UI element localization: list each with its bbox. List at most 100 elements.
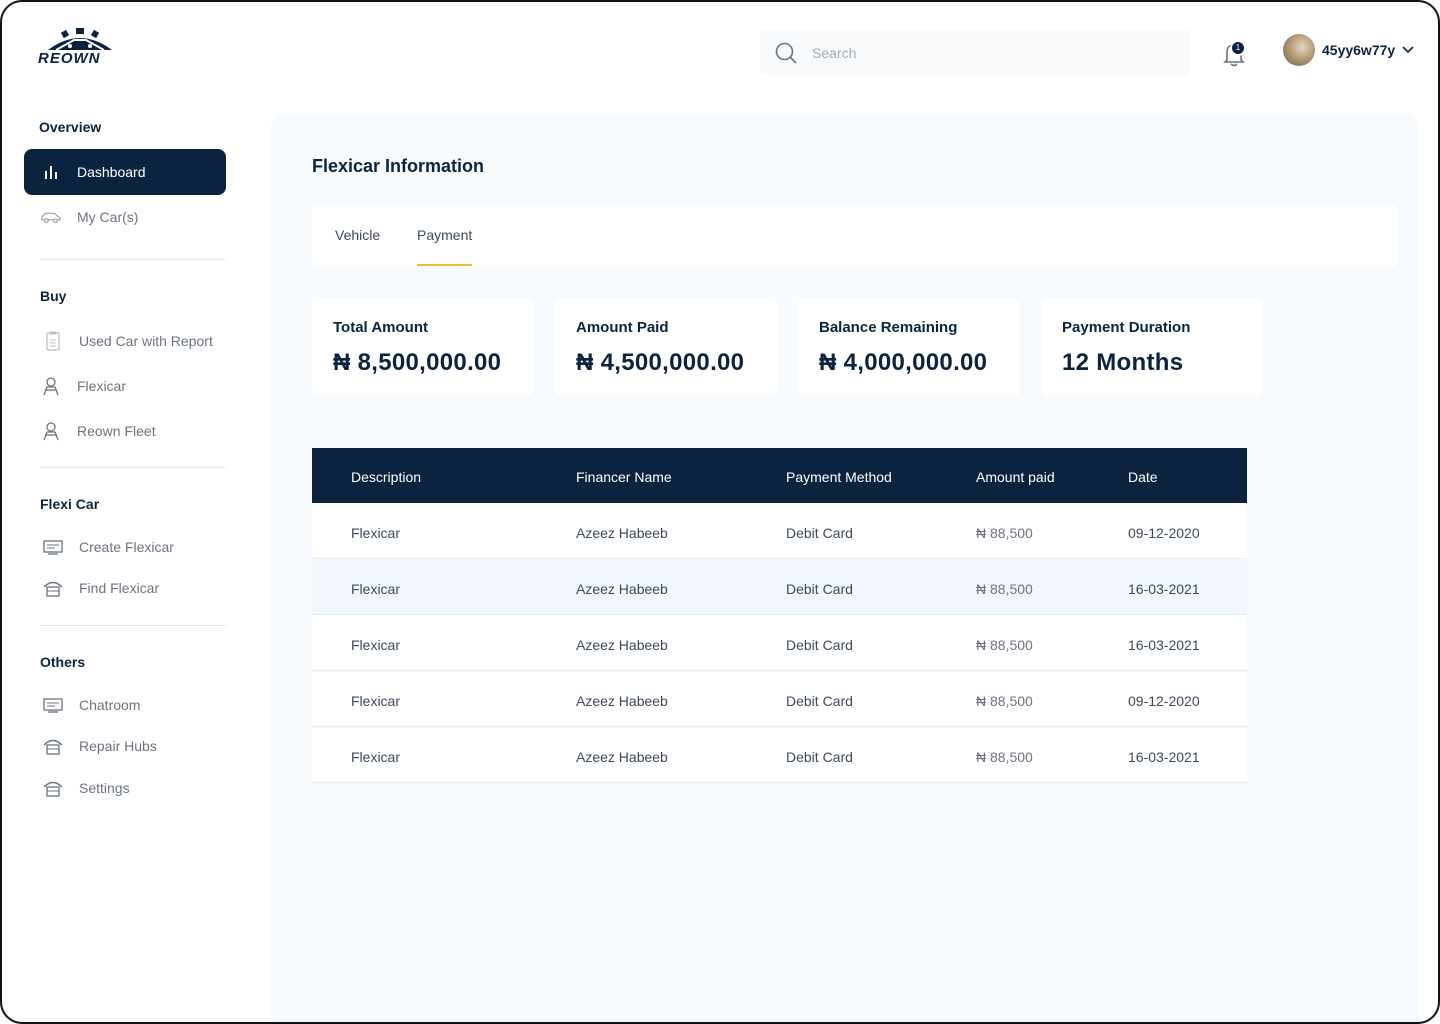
column-header-payment-method[interactable]: Payment Method <box>786 469 892 485</box>
sidebar-item-label: Flexicar <box>77 378 127 394</box>
active-tab-indicator <box>417 264 472 266</box>
stat-label: Amount Paid <box>576 319 669 336</box>
table-row[interactable]: Flexicar Azeez Habeeb Debit Card ₦ 88,50… <box>312 503 1247 559</box>
stat-label: Balance Remaining <box>819 319 958 336</box>
stat-value: ₦ 8,500,000.00 <box>333 349 502 376</box>
cell-payment-method: Debit Card <box>786 693 853 709</box>
chevron-down-icon[interactable] <box>1401 43 1415 57</box>
page-title: Flexicar Information <box>312 156 485 176</box>
sidebar-item-find-flexicar[interactable]: Find Flexicar <box>24 565 226 611</box>
stat-label: Payment Duration <box>1062 319 1191 336</box>
sidebar-item-create-flexicar[interactable]: Create Flexicar <box>24 524 226 570</box>
cell-payment-method: Debit Card <box>786 525 853 541</box>
username[interactable]: 45yy6w77y <box>1322 42 1395 58</box>
monitor-icon <box>42 694 64 716</box>
tab-vehicle[interactable]: Vehicle <box>335 227 380 243</box>
section-title-overview: Overview <box>39 119 102 135</box>
section-title-flexi-car: Flexi Car <box>40 496 100 512</box>
cell-amount-paid: ₦ 88,500 <box>976 581 1033 597</box>
garage-icon <box>42 777 64 799</box>
sidebar-item-repair-hubs[interactable]: Repair Hubs <box>24 723 226 769</box>
cell-description: Flexicar <box>351 525 401 541</box>
cell-amount-paid: ₦ 88,500 <box>976 693 1033 709</box>
cell-financer-name: Azeez Habeeb <box>576 525 668 541</box>
garage-icon <box>42 735 64 757</box>
cell-description: Flexicar <box>351 581 401 597</box>
cell-date: 16-03-2021 <box>1128 581 1200 597</box>
cell-financer-name: Azeez Habeeb <box>576 749 668 765</box>
sidebar-item-label: Reown Fleet <box>77 423 156 439</box>
column-header-description[interactable]: Description <box>351 469 421 485</box>
stat-value: 12 Months <box>1062 349 1184 376</box>
garage-icon <box>42 577 64 599</box>
section-title-others: Others <box>40 654 86 670</box>
cell-financer-name: Azeez Habeeb <box>576 693 668 709</box>
cell-payment-method: Debit Card <box>786 581 853 597</box>
column-header-financer-name[interactable]: Financer Name <box>576 469 672 485</box>
stat-card-amount-paid: Amount Paid ₦ 4,500,000.00 <box>555 298 777 396</box>
section-title-buy: Buy <box>40 288 67 304</box>
cell-date: 16-03-2021 <box>1128 637 1200 653</box>
cell-financer-name: Azeez Habeeb <box>576 637 668 653</box>
sidebar-item-label: My Car(s) <box>77 209 139 225</box>
tab-bar: Vehicle Payment <box>312 205 1398 268</box>
monitor-icon <box>42 536 64 558</box>
stat-value: ₦ 4,500,000.00 <box>576 349 745 376</box>
person-icon <box>40 420 62 442</box>
app-window: REOWN 1 45yy6w77y Overview Dashboard My … <box>0 0 1440 1024</box>
cell-payment-method: Debit Card <box>786 637 853 653</box>
stat-card-payment-duration: Payment Duration 12 Months <box>1041 298 1263 396</box>
logo-text: REOWN <box>38 50 101 67</box>
logo[interactable]: REOWN <box>38 28 122 68</box>
clipboard-icon <box>42 330 64 352</box>
column-header-amount-paid[interactable]: Amount paid <box>976 469 1055 485</box>
user-menu[interactable]: 45yy6w77y <box>1283 34 1415 66</box>
bar-chart-icon <box>40 161 62 183</box>
table-row[interactable]: Flexicar Azeez Habeeb Debit Card ₦ 88,50… <box>312 559 1247 615</box>
cell-date: 16-03-2021 <box>1128 749 1200 765</box>
cell-date: 09-12-2020 <box>1128 525 1200 541</box>
sidebar-item-chatroom[interactable]: Chatroom <box>24 682 226 728</box>
sidebar-item-dashboard[interactable]: Dashboard <box>24 149 226 195</box>
table-row[interactable]: Flexicar Azeez Habeeb Debit Card ₦ 88,50… <box>312 671 1247 727</box>
sidebar-item-label: Settings <box>79 780 130 796</box>
sidebar-item-label: Create Flexicar <box>79 539 174 555</box>
cell-amount-paid: ₦ 88,500 <box>976 749 1033 765</box>
stat-label: Total Amount <box>333 319 428 336</box>
person-icon <box>40 375 62 397</box>
payments-table: Description Financer Name Payment Method… <box>312 448 1247 783</box>
stat-value: ₦ 4,000,000.00 <box>819 349 988 376</box>
search-icon <box>775 42 797 64</box>
cell-description: Flexicar <box>351 693 401 709</box>
sidebar-item-label: Find Flexicar <box>79 580 160 596</box>
search-input[interactable] <box>812 44 1152 61</box>
sidebar-item-flexicar[interactable]: Flexicar <box>24 363 226 409</box>
sidebar-item-used-car-with-report[interactable]: Used Car with Report <box>24 318 226 364</box>
tab-payment[interactable]: Payment <box>417 227 472 243</box>
car-icon <box>40 206 62 228</box>
sidebar-item-reown-fleet[interactable]: Reown Fleet <box>24 408 226 454</box>
sidebar-divider <box>40 625 226 626</box>
table-row[interactable]: Flexicar Azeez Habeeb Debit Card ₦ 88,50… <box>312 615 1247 671</box>
table-row[interactable]: Flexicar Azeez Habeeb Debit Card ₦ 88,50… <box>312 727 1247 783</box>
avatar[interactable] <box>1283 34 1315 66</box>
notification-badge: 1 <box>1230 40 1246 56</box>
cell-payment-method: Debit Card <box>786 749 853 765</box>
cell-amount-paid: ₦ 88,500 <box>976 637 1033 653</box>
sidebar-item-my-cars[interactable]: My Car(s) <box>24 194 226 240</box>
sidebar-item-label: Chatroom <box>79 697 141 713</box>
table-header: Description Financer Name Payment Method… <box>312 448 1247 503</box>
search-bar[interactable] <box>760 30 1190 75</box>
sidebar-divider <box>40 259 226 260</box>
column-header-date[interactable]: Date <box>1128 469 1158 485</box>
cell-amount-paid: ₦ 88,500 <box>976 525 1033 541</box>
sidebar-item-settings[interactable]: Settings <box>24 765 226 811</box>
stat-card-balance-remaining: Balance Remaining ₦ 4,000,000.00 <box>798 298 1020 396</box>
cell-financer-name: Azeez Habeeb <box>576 581 668 597</box>
logo-gear-icon <box>48 28 112 51</box>
stat-card-total-amount: Total Amount ₦ 8,500,000.00 <box>312 298 534 396</box>
sidebar-divider <box>40 467 226 468</box>
sidebar-item-label: Used Car with Report <box>79 333 213 349</box>
sidebar-item-label: Repair Hubs <box>79 738 157 754</box>
sidebar-item-label: Dashboard <box>77 164 146 180</box>
